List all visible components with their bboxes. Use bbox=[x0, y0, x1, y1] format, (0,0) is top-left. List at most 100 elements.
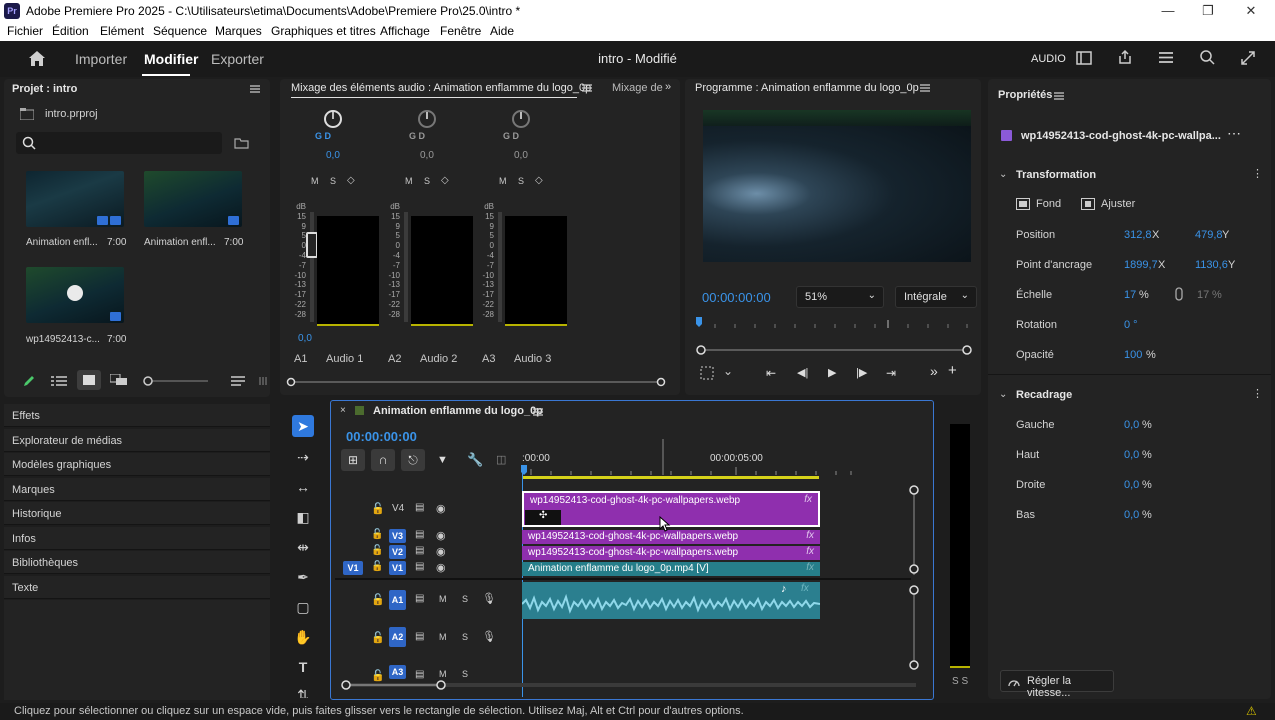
track-id-a1[interactable]: A1 bbox=[389, 590, 406, 610]
panel-bibliotheques[interactable]: Bibliothèques bbox=[4, 551, 270, 574]
menu-icon[interactable] bbox=[1158, 51, 1174, 64]
menu-aide[interactable]: Aide bbox=[490, 24, 514, 38]
fx-badge[interactable]: fx bbox=[801, 583, 809, 594]
fx-badge[interactable]: fx bbox=[806, 562, 814, 573]
maximize-button[interactable]: ❐ bbox=[1193, 2, 1223, 20]
sync-lock-icon[interactable]: ▤ bbox=[415, 545, 424, 556]
quality-dropdown[interactable]: Intégrale ⌄ bbox=[895, 286, 977, 308]
pen-tool-icon[interactable]: ✒ bbox=[292, 566, 314, 588]
solo-button[interactable]: S bbox=[330, 176, 336, 186]
add-button-icon[interactable]: + bbox=[948, 362, 957, 379]
slip-tool-icon[interactable]: ⇹ bbox=[292, 536, 314, 558]
pencil-icon[interactable] bbox=[22, 374, 36, 388]
transform-section-title[interactable]: Transformation bbox=[1016, 169, 1096, 181]
zoom-slider[interactable] bbox=[142, 375, 208, 387]
panel-texte[interactable]: Texte bbox=[4, 576, 270, 599]
new-bin-icon[interactable] bbox=[234, 136, 249, 149]
track-id-v3[interactable]: V3 bbox=[389, 529, 406, 543]
crop-section-title[interactable]: Recadrage bbox=[1016, 389, 1072, 401]
solo-button[interactable]: S bbox=[518, 176, 524, 186]
panel-menu-icon[interactable] bbox=[582, 84, 592, 92]
eye-icon[interactable]: ◉ bbox=[436, 529, 446, 542]
track-id-a2[interactable]: A2 bbox=[389, 627, 406, 647]
audio-vertical-scrollbar[interactable] bbox=[907, 582, 921, 674]
fill-label[interactable]: Fond bbox=[1036, 198, 1061, 210]
volume-value[interactable]: 0,0 bbox=[298, 333, 312, 344]
panel-layout-icon[interactable] bbox=[1076, 51, 1092, 65]
menu-graphiques[interactable]: Graphiques et titres bbox=[271, 24, 376, 38]
opacity-value[interactable]: 100 bbox=[1124, 349, 1142, 361]
menu-affichage[interactable]: Affichage bbox=[380, 24, 430, 38]
microphone-icon[interactable]: 🎙 bbox=[482, 592, 496, 605]
lock-icon[interactable]: 🔓 bbox=[371, 545, 383, 556]
panel-infos[interactable]: Infos bbox=[4, 527, 270, 550]
pan-value[interactable]: 0,0 bbox=[514, 150, 528, 161]
track-id-a3[interactable]: A3 bbox=[389, 665, 406, 679]
section-menu-icon[interactable]: ⋮ bbox=[1252, 387, 1263, 400]
overflow-icon[interactable] bbox=[259, 375, 267, 387]
panel-menu-icon[interactable] bbox=[250, 85, 260, 93]
pan-knob[interactable] bbox=[418, 110, 436, 128]
eye-icon[interactable]: ◉ bbox=[436, 502, 446, 515]
hand-tool-icon[interactable]: ✋ bbox=[292, 626, 314, 648]
speed-button[interactable]: Régler la vitesse... bbox=[1000, 670, 1114, 699]
solo-button[interactable]: S bbox=[462, 632, 468, 642]
linked-selection-icon[interactable]: ⎋ bbox=[401, 449, 425, 471]
solo-button[interactable]: S bbox=[424, 176, 430, 186]
fx-badge[interactable]: fx bbox=[806, 530, 814, 541]
close-tab-icon[interactable]: × bbox=[340, 405, 346, 416]
clip-thumbnail[interactable] bbox=[26, 171, 124, 227]
share-icon[interactable] bbox=[1117, 49, 1133, 65]
panel-effets[interactable]: Effets bbox=[4, 404, 270, 427]
zoom-dropdown[interactable]: 51% ⌄ bbox=[796, 286, 884, 308]
panel-menu-icon[interactable] bbox=[1054, 92, 1064, 100]
menu-fenetre[interactable]: Fenêtre bbox=[440, 24, 481, 38]
more-tabs-icon[interactable]: » bbox=[665, 81, 671, 93]
mute-button[interactable]: M bbox=[311, 176, 319, 186]
keyframe-diamond-icon[interactable]: ◇ bbox=[535, 175, 543, 186]
chevron-down-icon[interactable]: ⌄ bbox=[723, 364, 733, 378]
panel-explorateur[interactable]: Explorateur de médias bbox=[4, 429, 270, 452]
type-tool-icon[interactable]: T bbox=[292, 656, 314, 678]
lock-icon[interactable]: 🔓 bbox=[371, 529, 383, 540]
menu-element[interactable]: Elément bbox=[100, 24, 144, 38]
eye-icon[interactable]: ◉ bbox=[436, 561, 446, 574]
more-controls-icon[interactable]: » bbox=[930, 363, 938, 379]
chevron-down-icon[interactable]: ⌄ bbox=[999, 169, 1007, 180]
safe-margins-icon[interactable] bbox=[700, 366, 714, 380]
panel-menu-icon[interactable] bbox=[533, 408, 543, 416]
menu-edition[interactable]: Édition bbox=[52, 24, 89, 38]
crop-bottom-value[interactable]: 0,0 bbox=[1124, 509, 1139, 521]
fullscreen-icon[interactable] bbox=[1240, 50, 1256, 66]
panel-modeles[interactable]: Modèles graphiques bbox=[4, 453, 270, 476]
more-tools-icon[interactable]: ⇅ bbox=[292, 684, 314, 698]
clip-v2[interactable]: wp14952413-cod-ghost-4k-pc-wallpapers.we… bbox=[522, 546, 820, 560]
freeform-view-icon[interactable] bbox=[110, 374, 128, 386]
menu-sequence[interactable]: Séquence bbox=[153, 24, 207, 38]
icon-view-button[interactable] bbox=[77, 370, 101, 390]
program-monitor-title[interactable]: Programme : Animation enflamme du logo_0… bbox=[695, 82, 919, 94]
solo-button[interactable]: S bbox=[462, 594, 468, 604]
track-id-v1[interactable]: V1 bbox=[389, 561, 406, 575]
clip-thumbnail[interactable] bbox=[26, 267, 124, 323]
close-button[interactable]: ✕ bbox=[1236, 2, 1266, 20]
razor-tool-icon[interactable]: ◧ bbox=[292, 506, 314, 528]
clip-a1[interactable]: ♪ fx bbox=[522, 582, 820, 619]
pan-value[interactable]: 0,0 bbox=[420, 150, 434, 161]
eye-icon[interactable]: ◉ bbox=[436, 545, 446, 558]
selection-tool-icon[interactable]: ➤ bbox=[292, 415, 314, 437]
menu-marques[interactable]: Marques bbox=[215, 24, 262, 38]
anchor-y-value[interactable]: 1130,6 bbox=[1195, 259, 1228, 271]
program-timecode[interactable]: 00:00:00:00 bbox=[702, 290, 771, 305]
tab-importer[interactable]: Importer bbox=[75, 51, 127, 67]
position-x-value[interactable]: 312,8 bbox=[1124, 229, 1152, 241]
mute-button[interactable]: M bbox=[439, 594, 447, 604]
lock-icon[interactable]: 🔓 bbox=[371, 631, 385, 644]
sequence-name[interactable]: Animation enflamme du logo_0p bbox=[373, 405, 543, 417]
fx-badge[interactable]: fx bbox=[806, 546, 814, 557]
chevron-down-icon[interactable]: ⌄ bbox=[999, 389, 1007, 400]
list-view-icon[interactable] bbox=[51, 375, 67, 387]
program-video-frame[interactable] bbox=[703, 110, 971, 262]
mixer-scrollbar[interactable] bbox=[286, 377, 666, 387]
tab-exporter[interactable]: Exporter bbox=[211, 51, 264, 67]
